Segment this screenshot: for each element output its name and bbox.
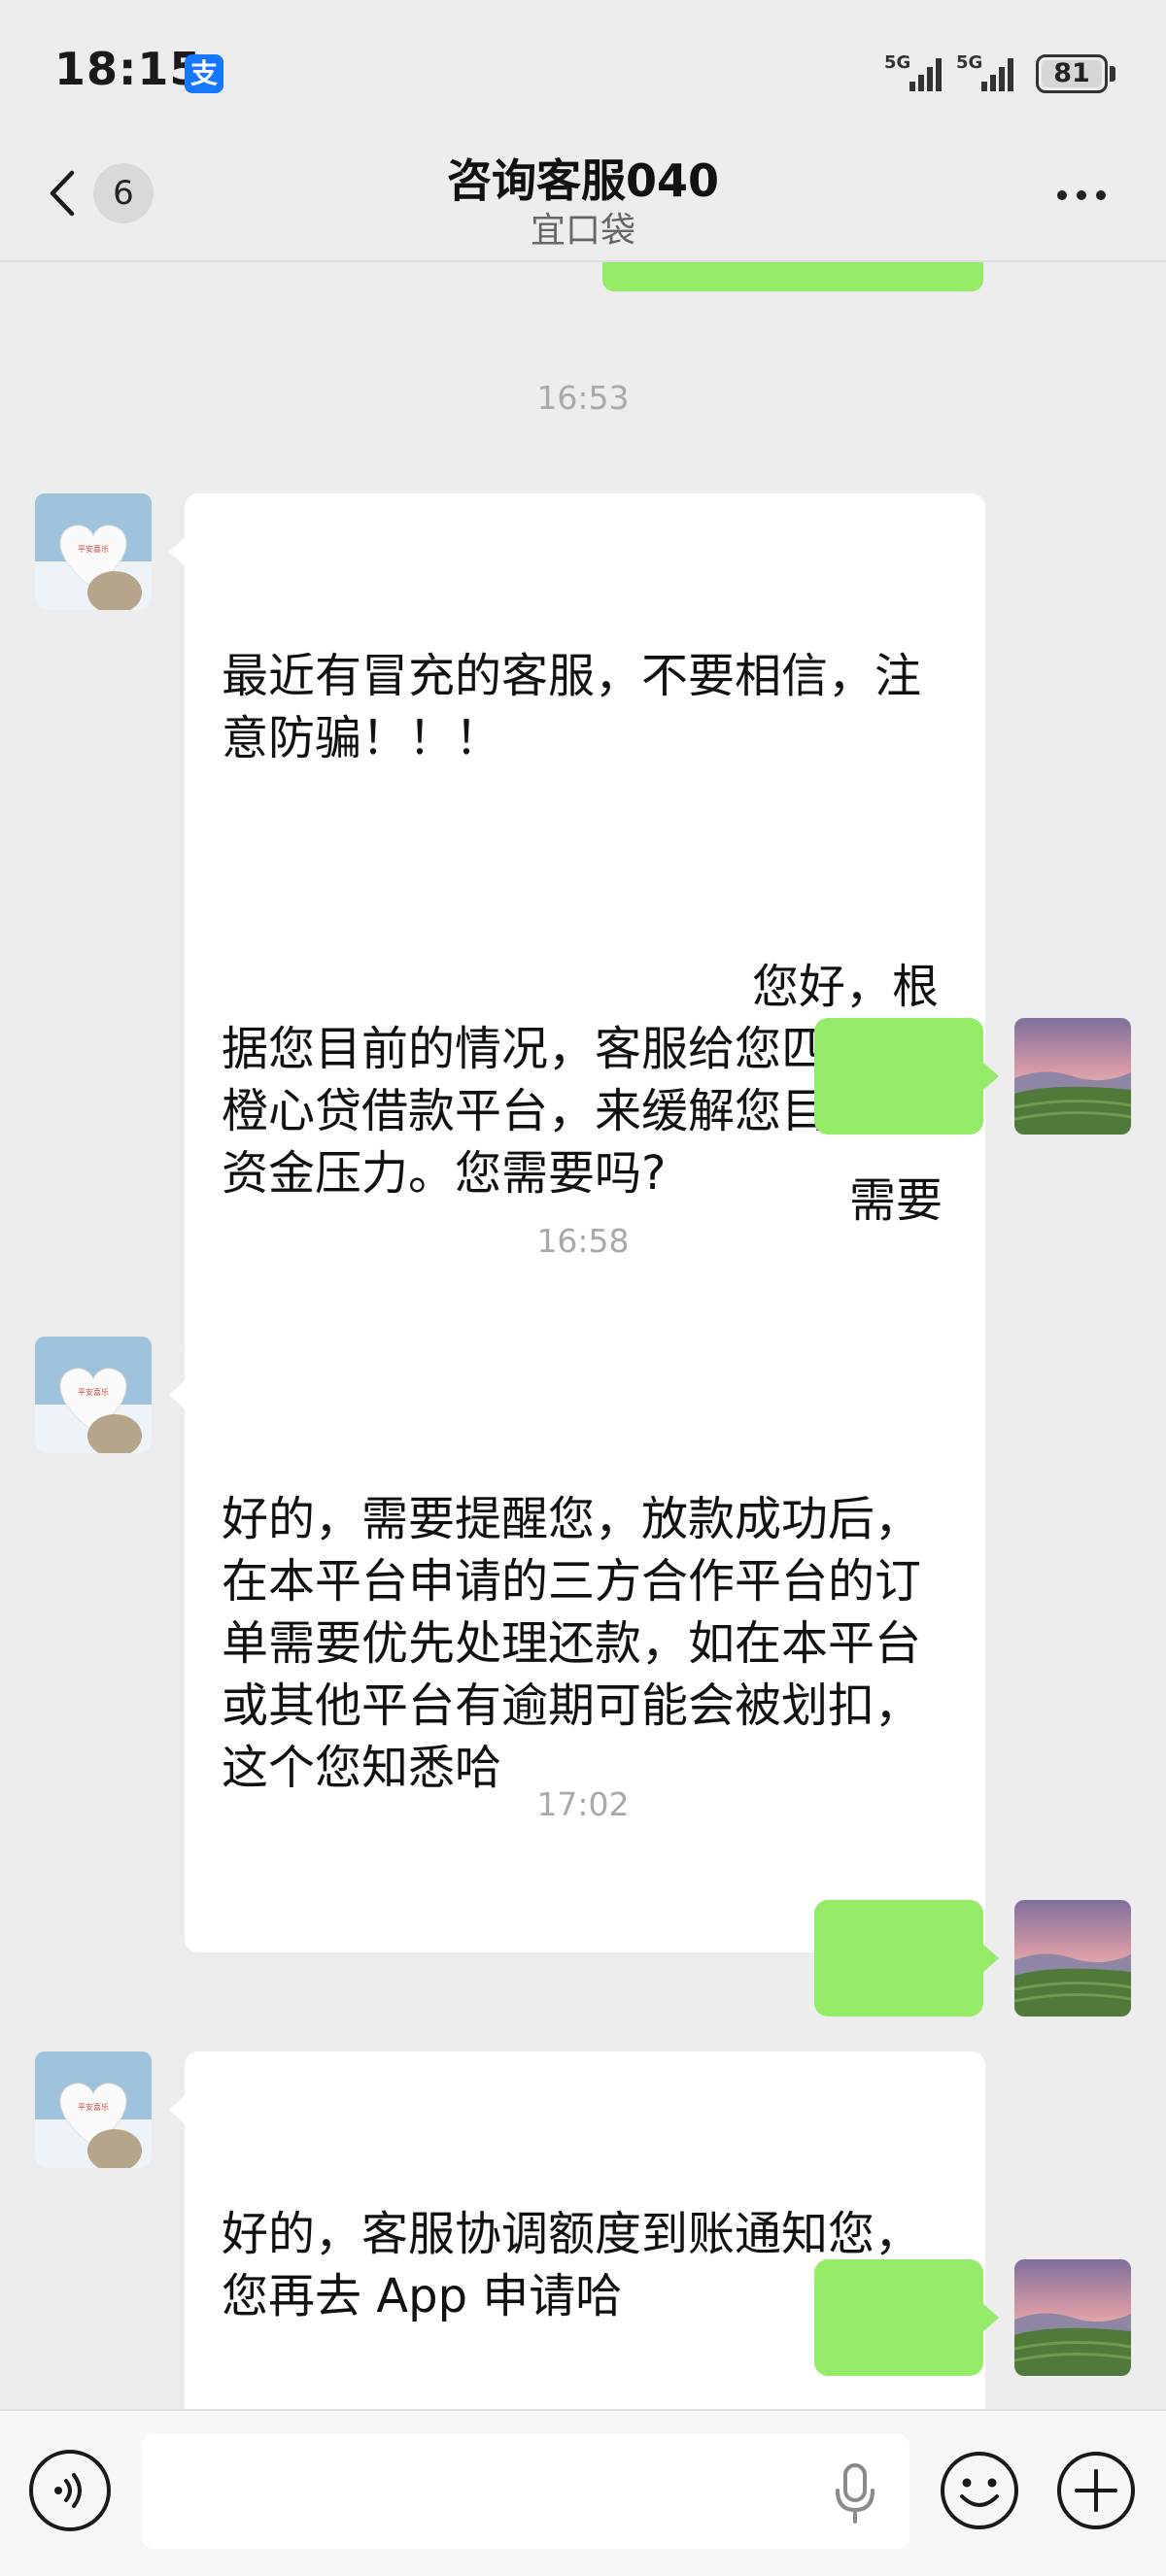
- incoming-message[interactable]: 好的，需要提醒您，放款成功后，在本平台申请的三方合作平台的订单需要优先处理还款，…: [169, 1337, 985, 1952]
- timestamp: 17:02: [536, 1785, 630, 1823]
- battery-icon: 81: [1036, 54, 1115, 93]
- unread-count-badge: 6: [93, 163, 154, 223]
- input-bar: [0, 2409, 1166, 2576]
- timestamp: 16:58: [536, 1222, 630, 1260]
- battery-level: 81: [1053, 58, 1090, 88]
- voice-icon[interactable]: [29, 2450, 111, 2531]
- agent-avatar[interactable]: 平安喜乐: [35, 493, 152, 610]
- chat-title: 咨询客服040: [446, 154, 720, 207]
- outgoing-message[interactable]: 知道: [814, 1900, 999, 2110]
- signal-icon: 5G: [954, 49, 1020, 99]
- back-chevron-icon: [50, 170, 75, 217]
- signal-icon: 5G: [882, 49, 948, 99]
- agent-avatar[interactable]: 平安喜乐: [35, 1337, 152, 1453]
- more-icon[interactable]: [1051, 181, 1119, 210]
- alipay-icon: 支: [185, 54, 223, 93]
- message-input[interactable]: [142, 2434, 909, 2549]
- mic-icon[interactable]: [832, 2461, 878, 2525]
- outgoing-message[interactable]: 需要: [814, 1018, 999, 1228]
- svg-text:平安喜乐: 平安喜乐: [78, 1387, 109, 1397]
- message-list[interactable]: 16:53 平安喜乐 最近有冒充的客服，不要相信，注意防骗！！！ 您好，根据您目…: [0, 262, 1166, 2409]
- message-text: 好的，需要提醒您，放款成功后，在本平台申请的三方合作平台的订单需要优先处理还款，…: [222, 1492, 922, 1795]
- agent-avatar[interactable]: 平安喜乐: [35, 2051, 152, 2168]
- message-text: 最近有冒充的客服，不要相信，注意防骗！！！: [222, 649, 922, 765]
- signal-label: 5G: [956, 52, 982, 73]
- signal-label: 5G: [884, 52, 910, 73]
- user-avatar[interactable]: [1014, 2259, 1131, 2376]
- svg-text:平安喜乐: 平安喜乐: [78, 544, 109, 554]
- timestamp: 16:53: [536, 379, 630, 417]
- chat-subtitle: 宜口袋: [530, 211, 635, 251]
- back-button[interactable]: 6: [39, 163, 165, 223]
- svg-text:平安喜乐: 平安喜乐: [78, 2102, 109, 2112]
- status-time: 18:15: [54, 43, 202, 95]
- user-avatar[interactable]: [1014, 1018, 1131, 1135]
- user-avatar[interactable]: [1014, 1900, 1131, 2017]
- emoji-icon[interactable]: [939, 2450, 1020, 2531]
- status-bar: 18:15 支 5G 5G 81: [0, 0, 1166, 146]
- outgoing-bubble-partial[interactable]: [602, 262, 983, 291]
- plus-icon[interactable]: [1055, 2450, 1137, 2531]
- message-text: 需要: [849, 1173, 943, 1228]
- outgoing-message[interactable]: 好的: [814, 2259, 999, 2376]
- chat-header: 6 咨询客服040 宜口袋: [0, 146, 1166, 262]
